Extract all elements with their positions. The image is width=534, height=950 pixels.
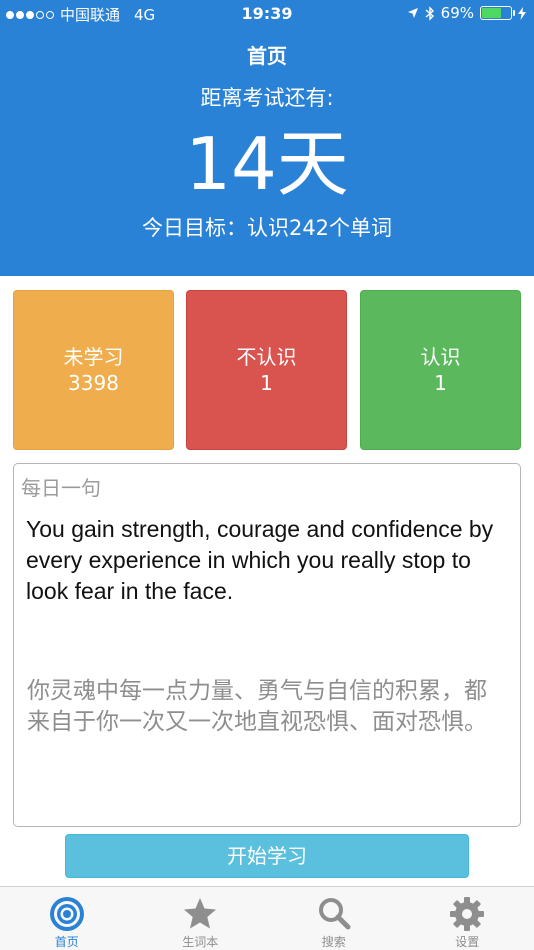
header: 首页 距离考试还有: 14天 今日目标：认识242个单词 — [0, 28, 534, 276]
tab-vocabulary[interactable]: 生词本 — [134, 887, 268, 950]
unlearned-count: 3398 — [68, 371, 119, 395]
bluetooth-icon — [425, 5, 434, 21]
known-card[interactable]: 认识 1 — [360, 290, 521, 450]
tab-bar: 首页 生词本 搜索 设置 — [0, 886, 534, 950]
star-icon — [184, 898, 217, 929]
status-bar: 中国联通 4G 19:39 69% — [0, 0, 534, 28]
target-icon — [49, 897, 84, 931]
unknown-count: 1 — [260, 371, 273, 395]
known-count: 1 — [434, 371, 447, 395]
countdown-value: 14天 — [185, 122, 349, 206]
countdown-label: 距离考试还有: — [200, 86, 334, 110]
tab-settings-label: 设置 — [455, 935, 480, 949]
gear-icon — [450, 897, 485, 931]
tab-home-label: 首页 — [54, 935, 79, 949]
page-title: 首页 — [247, 44, 287, 68]
battery-icon — [480, 6, 515, 20]
daily-sentence-english: You gain strength, courage and confidenc… — [26, 516, 494, 604]
daily-sentence-title: 每日一句 — [21, 476, 101, 500]
tab-home[interactable]: 首页 — [0, 887, 134, 950]
unlearned-card[interactable]: 未学习 3398 — [13, 290, 174, 450]
unknown-label: 不认识 — [236, 345, 297, 369]
tab-search[interactable]: 搜索 — [267, 887, 401, 950]
unknown-card[interactable]: 不认识 1 — [186, 290, 347, 450]
tab-vocabulary-label: 生词本 — [182, 935, 219, 949]
daily-sentence-panel: 每日一句 You gain strength, courage and conf… — [13, 463, 521, 827]
charging-bolt-icon — [518, 6, 526, 20]
location-arrow-icon — [407, 8, 418, 18]
unlearned-label: 未学习 — [63, 345, 124, 369]
known-label: 认识 — [420, 345, 461, 369]
daily-goal: 今日目标：认识242个单词 — [141, 216, 393, 240]
battery-percent: 69% — [440, 4, 474, 22]
status-right: 69% — [407, 4, 526, 22]
tab-settings[interactable]: 设置 — [401, 887, 534, 950]
battery-level — [482, 8, 502, 18]
daily-sentence-chinese: 你灵魂中每一点力量、勇气与自信的积累，都来自于你一次又一次地直视恐惧、面对恐惧。 — [27, 678, 487, 735]
search-icon — [318, 898, 351, 930]
tab-search-label: 搜索 — [321, 935, 346, 949]
start-learning-button[interactable]: 开始学习 — [65, 834, 469, 878]
